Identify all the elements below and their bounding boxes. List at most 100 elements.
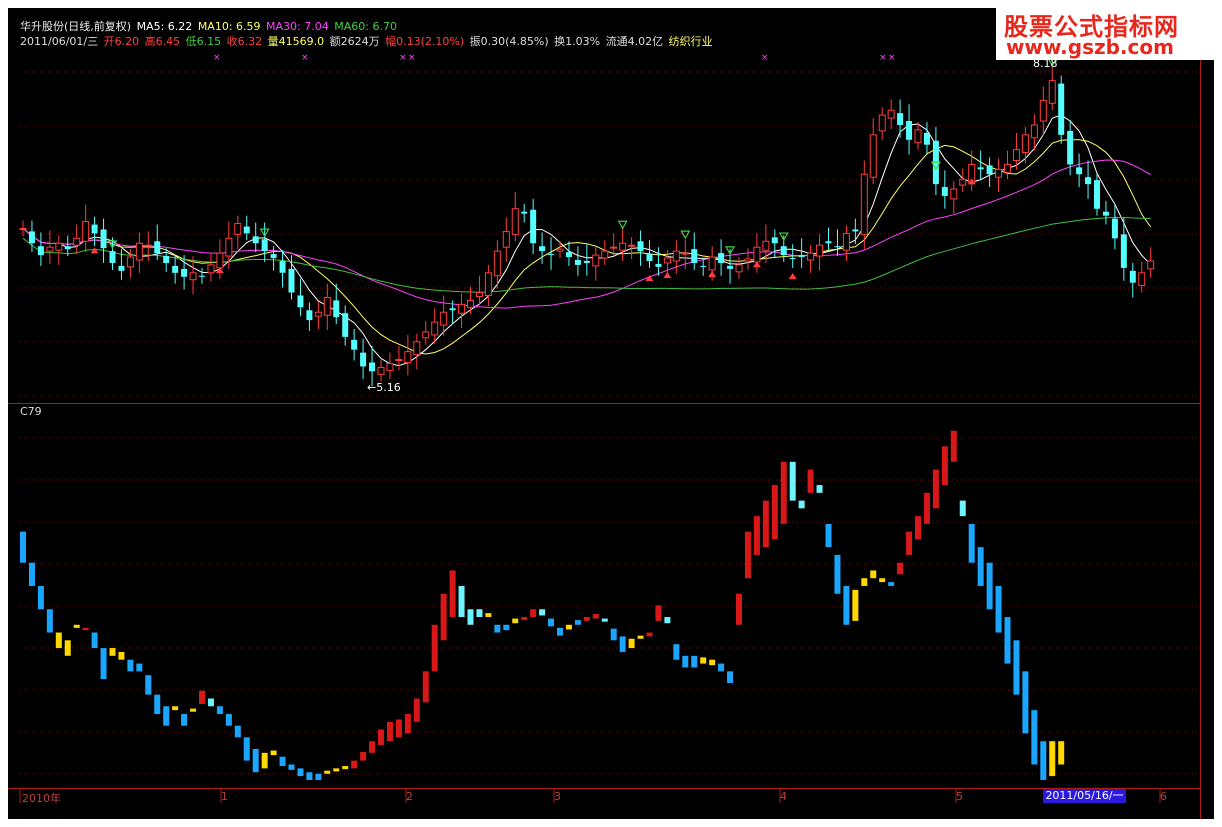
candle-body: [735, 264, 743, 273]
indicator-bar: [861, 578, 868, 586]
candle-body: [306, 310, 313, 321]
candle-body: [878, 114, 886, 132]
candle-body: [181, 268, 188, 277]
candle-body: [681, 252, 689, 255]
indicator-bar: [637, 635, 644, 639]
indicator-bar: [870, 570, 877, 579]
indicator-bar: [771, 485, 778, 540]
indicator-bar: [852, 589, 859, 621]
marker-x-icon: ×: [761, 53, 769, 63]
candle-body: [548, 254, 555, 256]
indicator-bar: [190, 708, 197, 712]
kline-chart[interactable]: × × × × × × ×: [8, 8, 1214, 819]
quote-change: 幅0.13(2.10%): [385, 35, 465, 48]
indicator-bar: [807, 469, 814, 493]
indicator-bar: [261, 752, 268, 769]
chart-window[interactable]: × × × × × × × 华升股份(日线,前复权) MA5: 6.22 MA10: 6.5…: [8, 8, 1214, 819]
stock-name: 华升股份(日线,前复权): [20, 20, 132, 33]
indicator-bar: [100, 648, 107, 680]
candle-body: [28, 231, 35, 244]
indicator-bar: [216, 706, 223, 715]
candle-body: [860, 173, 868, 235]
candle-body: [708, 256, 716, 271]
sell-arrow-icon: [617, 220, 628, 230]
indicator-bar: [762, 500, 769, 548]
indicator-bar: [539, 609, 546, 616]
candle-body: [744, 258, 752, 262]
marker-x-icon: ×: [399, 53, 407, 63]
candle-body: [592, 254, 600, 267]
indicator-bar: [592, 613, 599, 619]
candle-body: [583, 260, 590, 263]
candle-body: [369, 362, 376, 372]
candle-body: [1030, 124, 1038, 139]
candle-body: [243, 226, 250, 234]
indicator-bar: [843, 585, 850, 625]
ma10-value: MA10: 6.59: [197, 20, 261, 33]
candle-body: [109, 251, 116, 263]
indicator-bar: [324, 770, 331, 774]
indicator-panel[interactable]: [20, 430, 1065, 780]
candle-body: [46, 246, 54, 252]
marker-x-icon: ×: [408, 53, 416, 63]
indicator-bar: [1022, 671, 1029, 734]
indicator-bar: [467, 609, 474, 625]
indicator-bar: [932, 469, 939, 509]
candle-body: [1111, 218, 1118, 239]
candle-body: [484, 272, 492, 296]
candlesticks[interactable]: [19, 63, 1155, 387]
candle-body: [1138, 272, 1146, 287]
indicator-bar: [941, 446, 948, 486]
indicator-name: C79: [20, 405, 42, 418]
indicator-bar: [297, 768, 304, 777]
indicator-bar: [163, 706, 170, 726]
candle-body: [261, 239, 268, 252]
indicator-bar: [181, 714, 188, 726]
indicator-bar: [458, 585, 465, 618]
x-axis-label-2: 2: [406, 790, 413, 803]
indicator-bar: [557, 627, 563, 636]
candle-body: [700, 265, 707, 267]
indicator-bar: [127, 659, 134, 672]
indicator-bar: [270, 750, 277, 756]
candle-body: [493, 250, 501, 277]
candle-body: [323, 296, 331, 316]
indicator-bar: [449, 570, 456, 618]
candle-body: [619, 242, 627, 251]
candle-body: [288, 268, 295, 293]
candle-body: [234, 223, 242, 235]
marker-x-icon: ×: [301, 53, 309, 63]
candle-body: [73, 237, 81, 246]
period-low-label: ←5.16: [367, 381, 401, 394]
candle-body: [1012, 149, 1020, 161]
indicator-bar: [700, 657, 707, 664]
indicator-bar: [1049, 741, 1056, 777]
marker-x-icon: ×: [879, 53, 887, 63]
quote-turnover: 换1.03%: [554, 35, 601, 48]
candle-body: [252, 236, 259, 244]
x-axis-label-2010: 2010年: [22, 792, 61, 805]
indicator-bar: [154, 694, 161, 715]
buy-arrow-icon: [90, 247, 99, 254]
indicator-bar: [37, 585, 44, 610]
candle-body: [906, 121, 913, 140]
x-axis-label-3: 3: [554, 790, 561, 803]
candle-body: [37, 246, 44, 256]
indicator-bar: [279, 756, 286, 767]
candle-body: [440, 311, 448, 326]
indicator-bar: [109, 648, 116, 656]
candle-body: [852, 229, 859, 232]
indicator-bar: [673, 644, 680, 660]
candle-body: [718, 253, 725, 263]
indicator-bar: [915, 516, 921, 540]
indicator-bar: [288, 764, 295, 770]
candle-body: [118, 265, 125, 271]
candle-body: [55, 242, 63, 251]
candle-body: [869, 134, 877, 178]
indicator-bar: [798, 500, 805, 509]
indicator-bar: [431, 624, 438, 672]
indicator-bar: [306, 772, 313, 780]
candle-body: [628, 244, 636, 247]
indicator-bar: [485, 613, 492, 618]
indicator-bar: [1013, 640, 1020, 695]
